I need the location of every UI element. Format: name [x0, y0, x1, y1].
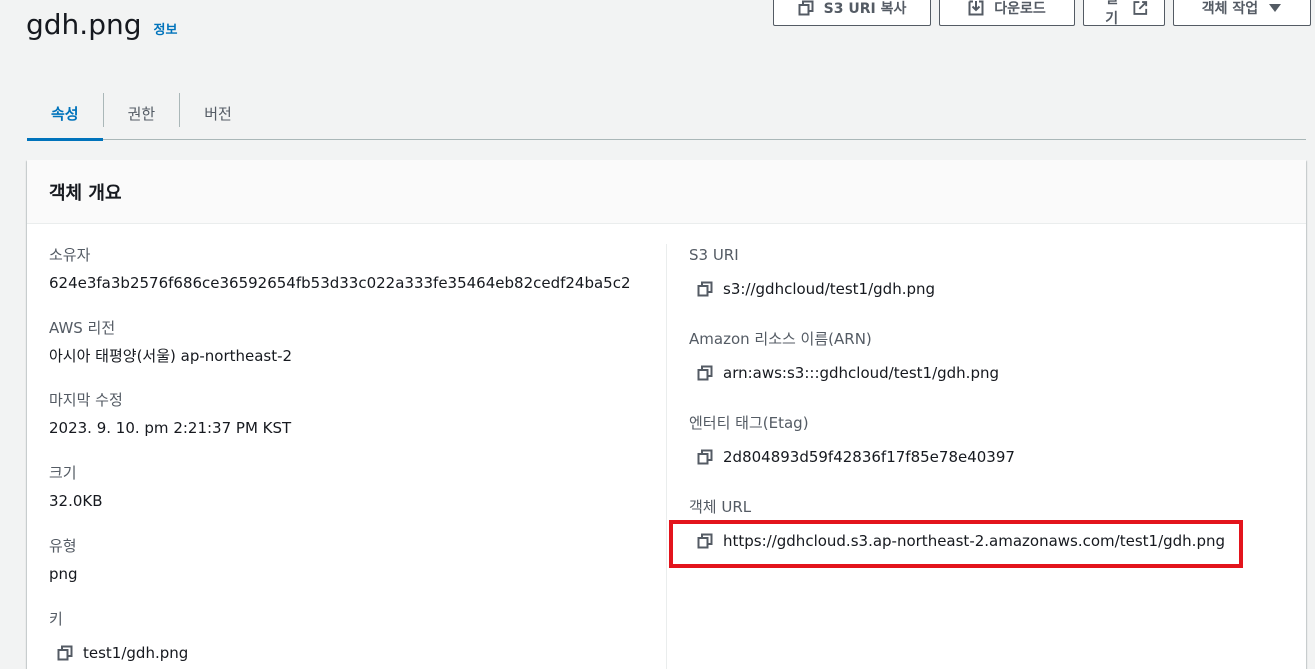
region-value: 아시아 태평양(서울) ap-northeast-2 — [49, 347, 293, 365]
download-icon — [968, 0, 984, 16]
object-name: gdh.png — [26, 8, 142, 41]
owner-label: 소유자 — [49, 246, 91, 264]
copy-icon[interactable] — [697, 281, 713, 297]
region-field: AWS 리전 아시아 태평양(서울) ap-northeast-2 — [49, 318, 292, 366]
copy-icon[interactable] — [57, 645, 73, 661]
object-overview-panel: 객체 개요 소유자 624e3fa3b2576f686ce36592654fb5… — [27, 160, 1306, 669]
external-link-icon — [1133, 1, 1148, 15]
page-title: gdh.png 정보 — [26, 8, 177, 41]
key-label: 키 — [49, 610, 63, 628]
download-label: 다운로드 — [994, 1, 1046, 17]
last-modified-label: 마지막 수정 — [49, 391, 123, 409]
highlight-annotation-box — [669, 520, 1243, 568]
action-toolbar: S3 URI 복사 다운로드 열기 객체 작업 — [773, 0, 1311, 27]
open-button[interactable]: 열기 — [1083, 0, 1165, 27]
tab-versions[interactable]: 버전 — [180, 86, 256, 140]
tab-bar: 속성 권한 버전 — [27, 86, 1306, 141]
tab-permissions[interactable]: 권한 — [104, 86, 180, 140]
owner-value: 624e3fa3b2576f686ce36592654fb53d33c022a3… — [49, 274, 631, 292]
object-url-label: 객체 URL — [689, 498, 752, 516]
object-actions-button[interactable]: 객체 작업 — [1173, 0, 1311, 26]
s3-uri-field: S3 URI s3://gdhcloud/test1/gdh.png — [689, 245, 935, 299]
etag-value: 2d804893d59f42836f17f85e78e40397 — [723, 448, 1015, 466]
copy-icon — [798, 0, 814, 16]
column-divider — [666, 244, 667, 669]
arn-value: arn:aws:s3:::gdhcloud/test1/gdh.png — [723, 364, 999, 382]
last-modified-field: 마지막 수정 2023. 9. 10. pm 2:21:37 PM KST — [49, 390, 291, 438]
s3-uri-value: s3://gdhcloud/test1/gdh.png — [723, 280, 936, 298]
copy-s3-uri-label: S3 URI 복사 — [823, 1, 907, 17]
panel-title: 객체 개요 — [27, 160, 1306, 224]
s3-uri-label: S3 URI — [689, 246, 739, 264]
etag-copy-row: 2d804893d59f42836f17f85e78e40397 — [689, 447, 1015, 467]
key-field: 키 test1/gdh.png — [49, 609, 188, 663]
caret-down-icon — [1269, 4, 1282, 12]
copy-s3-uri-button[interactable]: S3 URI 복사 — [773, 0, 931, 26]
copy-icon[interactable] — [697, 365, 713, 381]
etag-label: 엔터티 태그(Etag) — [689, 414, 809, 432]
arn-label: Amazon 리소스 이름(ARN) — [689, 330, 872, 348]
type-label: 유형 — [49, 537, 77, 555]
type-field: 유형 png — [49, 536, 78, 584]
region-label: AWS 리전 — [49, 319, 116, 337]
object-actions-label: 객체 작업 — [1201, 1, 1259, 17]
size-field: 크기 32.0KB — [49, 463, 103, 511]
download-button[interactable]: 다운로드 — [939, 0, 1075, 26]
size-value: 32.0KB — [49, 492, 103, 510]
copy-icon[interactable] — [697, 449, 713, 465]
s3-uri-copy-row: s3://gdhcloud/test1/gdh.png — [689, 279, 935, 299]
arn-copy-row: arn:aws:s3:::gdhcloud/test1/gdh.png — [689, 363, 999, 383]
key-value: test1/gdh.png — [83, 644, 189, 662]
arn-field: Amazon 리소스 이름(ARN) arn:aws:s3:::gdhcloud… — [689, 329, 999, 383]
etag-field: 엔터티 태그(Etag) 2d804893d59f42836f17f85e78e… — [689, 413, 1015, 467]
last-modified-value: 2023. 9. 10. pm 2:21:37 PM KST — [49, 419, 292, 437]
open-label: 열기 — [1105, 0, 1119, 27]
owner-field: 소유자 624e3fa3b2576f686ce36592654fb53d33c0… — [49, 245, 631, 293]
key-copy-row: test1/gdh.png — [49, 643, 188, 663]
type-value: png — [49, 565, 78, 583]
size-label: 크기 — [49, 464, 77, 482]
tab-properties[interactable]: 속성 — [27, 86, 103, 141]
info-link[interactable]: 정보 — [154, 19, 178, 38]
